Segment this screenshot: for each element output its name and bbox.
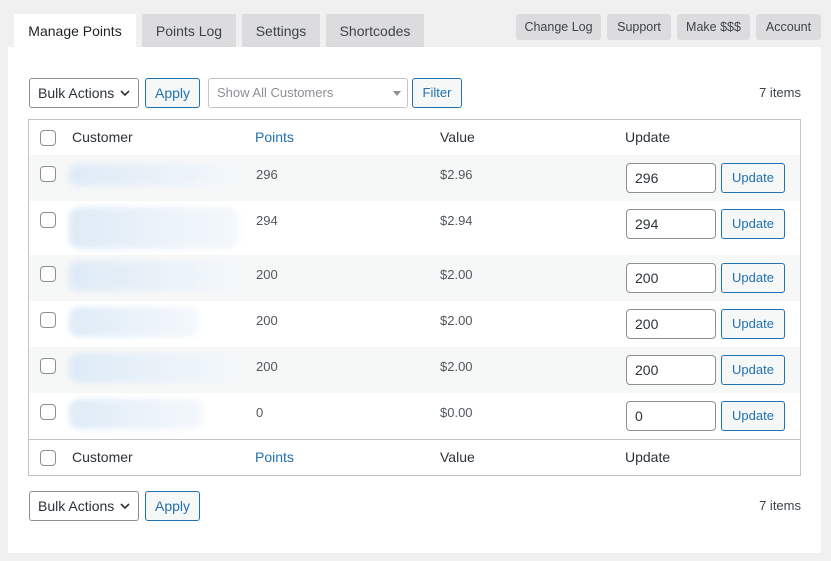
row-checkbox[interactable] xyxy=(40,166,56,182)
points-value: 0 xyxy=(256,405,264,420)
tab-settings[interactable]: Settings xyxy=(242,14,320,47)
points-value: 200 xyxy=(256,359,278,374)
tab-points-log[interactable]: Points Log xyxy=(142,14,236,47)
row-checkbox[interactable] xyxy=(40,266,56,282)
monetary-value: $2.00 xyxy=(440,267,473,282)
customer-filter-placeholder: Show All Customers xyxy=(217,85,334,100)
column-value-footer: Value xyxy=(440,449,475,465)
points-input[interactable]: 200 xyxy=(626,355,716,385)
update-button[interactable]: Update xyxy=(721,209,785,239)
points-input[interactable]: 0 xyxy=(626,401,716,431)
manage-points-panel: Bulk Actions Apply Show All Customers Fi… xyxy=(8,47,821,553)
bulk-actions-label: Bulk Actions xyxy=(38,498,115,514)
column-value: Value xyxy=(440,129,475,145)
customer-name-redacted xyxy=(69,164,239,186)
points-input[interactable]: 200 xyxy=(626,309,716,339)
points-value: 294 xyxy=(256,213,278,228)
column-points-sortable[interactable]: Points xyxy=(255,120,294,155)
chevron-down-icon xyxy=(120,90,130,97)
update-button[interactable]: Update xyxy=(721,263,785,293)
tab-shortcodes[interactable]: Shortcodes xyxy=(326,14,424,47)
update-button[interactable]: Update xyxy=(721,163,785,193)
table-row: 200 $2.00 200 Update xyxy=(29,347,800,393)
row-checkbox[interactable] xyxy=(40,312,56,328)
caret-down-icon xyxy=(393,91,401,96)
row-checkbox[interactable] xyxy=(40,404,56,420)
points-value: 296 xyxy=(256,167,278,182)
points-input[interactable]: 296 xyxy=(626,163,716,193)
bulk-actions-select-bottom[interactable]: Bulk Actions xyxy=(29,491,139,521)
update-button[interactable]: Update xyxy=(721,355,785,385)
column-update: Update xyxy=(625,129,671,145)
select-all-checkbox-footer[interactable] xyxy=(40,450,56,466)
make-money-button[interactable]: Make $$$ xyxy=(677,14,750,40)
filter-button[interactable]: Filter xyxy=(412,78,462,108)
table-row: 200 $2.00 200 Update xyxy=(29,301,800,347)
items-count-bottom: 7 items xyxy=(759,498,801,513)
monetary-value: $2.96 xyxy=(440,167,473,182)
customer-name-redacted xyxy=(69,399,204,429)
table-row: 0 $0.00 0 Update xyxy=(29,393,800,439)
column-points-sortable-footer[interactable]: Points xyxy=(255,440,294,475)
customer-name-redacted xyxy=(69,353,239,383)
points-input[interactable]: 294 xyxy=(626,209,716,239)
tab-manage-points[interactable]: Manage Points xyxy=(14,14,136,49)
apply-button-top[interactable]: Apply xyxy=(145,78,200,108)
bulk-actions-label: Bulk Actions xyxy=(38,85,115,101)
monetary-value: $2.00 xyxy=(440,313,473,328)
support-button[interactable]: Support xyxy=(607,14,671,40)
column-update-footer: Update xyxy=(625,449,671,465)
points-table: Customer Points Value Update 296 $2.96 2… xyxy=(28,119,801,476)
table-header: Customer Points Value Update xyxy=(29,120,800,156)
customer-name-redacted xyxy=(69,207,239,249)
update-button[interactable]: Update xyxy=(721,309,785,339)
table-footer: Customer Points Value Update xyxy=(29,439,800,475)
items-count-top: 7 items xyxy=(759,85,801,100)
table-row: 294 $2.94 294 Update xyxy=(29,201,800,255)
chevron-down-icon xyxy=(120,503,130,510)
monetary-value: $0.00 xyxy=(440,405,473,420)
monetary-value: $2.94 xyxy=(440,213,473,228)
bulk-actions-select-top[interactable]: Bulk Actions xyxy=(29,78,139,108)
account-button[interactable]: Account xyxy=(756,14,821,40)
customer-filter-select[interactable]: Show All Customers xyxy=(208,78,408,108)
select-all-checkbox[interactable] xyxy=(40,130,56,146)
points-value: 200 xyxy=(256,267,278,282)
table-row: 200 $2.00 200 Update xyxy=(29,255,800,301)
row-checkbox[interactable] xyxy=(40,358,56,374)
points-input[interactable]: 200 xyxy=(626,263,716,293)
customer-name-redacted xyxy=(69,261,239,291)
monetary-value: $2.00 xyxy=(440,359,473,374)
column-customer-footer: Customer xyxy=(72,449,133,465)
row-checkbox[interactable] xyxy=(40,212,56,228)
apply-button-bottom[interactable]: Apply xyxy=(145,491,200,521)
change-log-button[interactable]: Change Log xyxy=(516,14,601,40)
update-button[interactable]: Update xyxy=(721,401,785,431)
table-row: 296 $2.96 296 Update xyxy=(29,155,800,201)
customer-name-redacted xyxy=(69,307,199,337)
points-value: 200 xyxy=(256,313,278,328)
column-customer: Customer xyxy=(72,129,133,145)
